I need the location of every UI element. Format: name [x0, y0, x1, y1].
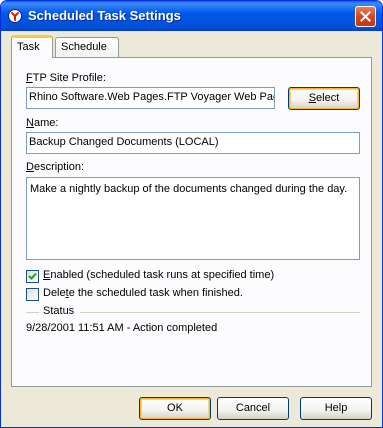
help-button[interactable]: Help [300, 397, 372, 420]
enabled-checkbox[interactable] [26, 270, 39, 283]
delete-when-finished-label[interactable]: Delete the scheduled task when finished. [43, 287, 243, 299]
select-button[interactable]: Select [288, 87, 360, 110]
task-tab-panel: FTP Site Profile: Rhino Software.Web Pag… [11, 57, 372, 387]
delete-when-finished-checkbox[interactable] [26, 288, 39, 301]
status-group-line-right [80, 312, 360, 313]
ftp-site-profile-field[interactable]: Rhino Software.Web Pages.FTP Voyager Web… [26, 87, 275, 109]
name-label: Name: [26, 117, 59, 129]
tab-schedule[interactable]: Schedule [55, 37, 119, 57]
window-title: Scheduled Task Settings [28, 8, 181, 23]
status-text: 9/28/2001 11:51 AM - Action completed [26, 322, 218, 334]
tab-task[interactable]: Task [11, 35, 53, 58]
tab-schedule-label: Schedule [61, 41, 107, 53]
cancel-button[interactable]: Cancel [217, 397, 289, 420]
dialog-window: Scheduled Task Settings Task Schedule FT… [0, 0, 383, 428]
checkmark-icon [28, 272, 37, 280]
ok-button[interactable]: OK [139, 397, 211, 420]
tab-task-label: Task [17, 41, 40, 53]
name-field[interactable]: Backup Changed Documents (LOCAL) [26, 132, 360, 154]
status-group-line-left [26, 312, 39, 313]
close-button[interactable] [355, 6, 376, 27]
description-label: Description: [26, 161, 85, 173]
description-field[interactable]: Make a nightly backup of the documents c… [26, 177, 360, 260]
scheduled-task-icon [7, 8, 23, 24]
status-heading: Status [43, 305, 75, 317]
enabled-label[interactable]: Enabled (scheduled task runs at specifie… [43, 269, 274, 281]
ftp-site-profile-label: FTP Site Profile: [26, 72, 106, 84]
close-icon [360, 11, 371, 22]
title-bar[interactable]: Scheduled Task Settings [1, 1, 382, 31]
